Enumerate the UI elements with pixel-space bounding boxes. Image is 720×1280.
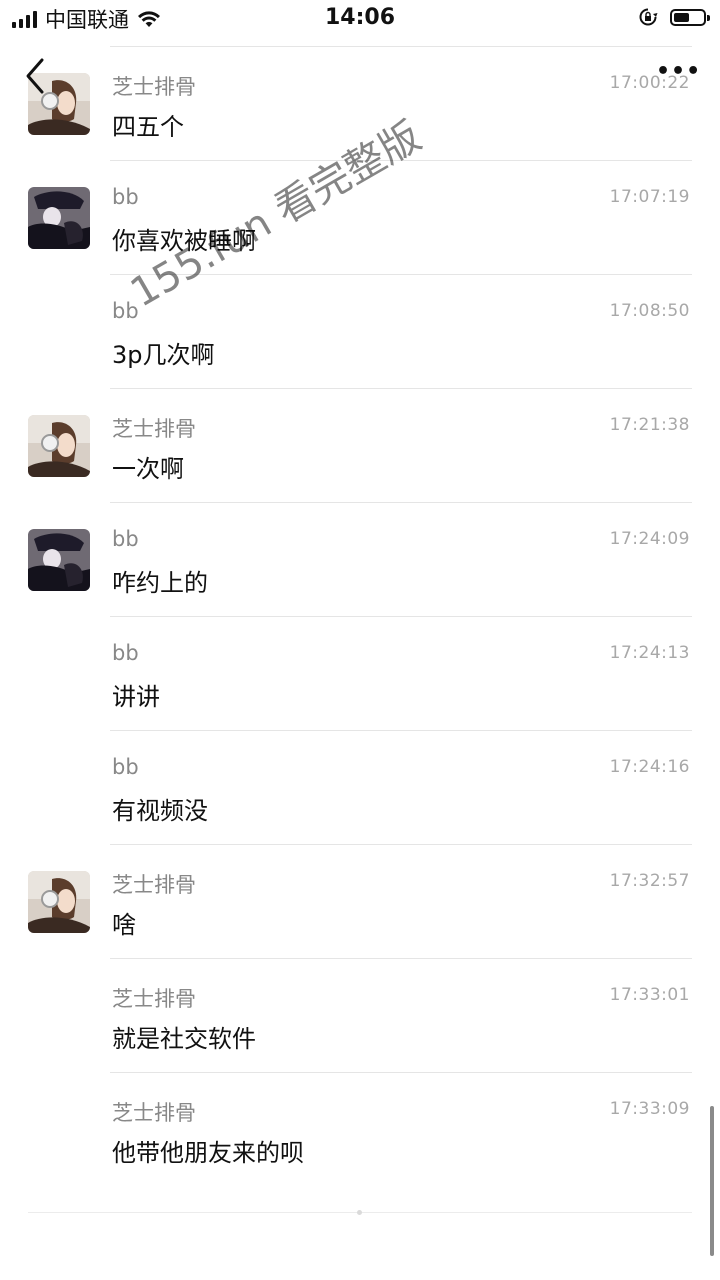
message-sender: 芝士排骨 xyxy=(112,75,196,99)
message-item[interactable]: bb 17:24:09 咋约上的 xyxy=(0,503,720,617)
message-time: 17:08:50 xyxy=(609,301,690,321)
message-text: 你喜欢被睡啊 xyxy=(112,227,256,255)
message-time: 17:24:16 xyxy=(609,757,690,777)
scrollbar[interactable] xyxy=(710,1106,714,1256)
message-item[interactable]: bb 17:24:13 讲讲 xyxy=(0,617,720,731)
message-item[interactable]: bb 17:24:16 有视频没 xyxy=(0,731,720,845)
status-bar: 中国联通 14:06 xyxy=(0,0,720,38)
message-sender: 芝士排骨 xyxy=(112,987,196,1011)
message-text: 就是社交软件 xyxy=(112,1025,256,1053)
message-item[interactable]: 芝士排骨 17:00:22 四五个 xyxy=(0,47,720,161)
message-sender: bb xyxy=(112,299,139,323)
message-time: 17:07:19 xyxy=(609,187,690,207)
message-item[interactable]: 芝士排骨 17:33:09 他带他朋友来的呗 xyxy=(0,1073,720,1187)
message-time: 17:33:01 xyxy=(609,985,690,1005)
message-text: 他带他朋友来的呗 xyxy=(112,1139,304,1167)
message-sender: 芝士排骨 xyxy=(112,873,196,897)
message-sender: bb xyxy=(112,527,139,551)
avatar-cheese[interactable] xyxy=(28,871,90,933)
message-time: 17:24:09 xyxy=(609,529,690,549)
message-text: 讲讲 xyxy=(112,683,160,711)
page-indicator-dot xyxy=(357,1210,362,1215)
message-text: 四五个 xyxy=(112,113,184,141)
rotation-lock-icon xyxy=(639,8,658,26)
battery-icon xyxy=(670,8,710,26)
message-text: 咋约上的 xyxy=(112,569,208,597)
message-text: 3p几次啊 xyxy=(112,341,215,369)
message-item[interactable]: bb 17:07:19 你喜欢被睡啊 xyxy=(0,161,720,275)
message-text: 啥 xyxy=(112,911,136,939)
message-time: 17:21:38 xyxy=(609,415,690,435)
message-time: 17:33:09 xyxy=(609,1099,690,1119)
message-sender: 芝士排骨 xyxy=(112,417,196,441)
message-text: 有视频没 xyxy=(112,797,208,825)
message-text: 一次啊 xyxy=(112,455,184,483)
message-sender: bb xyxy=(112,185,139,209)
message-item[interactable]: 芝士排骨 17:33:01 就是社交软件 xyxy=(0,959,720,1073)
message-list[interactable]: 芝士排骨 17:00:22 四五个 bb 17:07:19 你喜欢被睡啊 bb … xyxy=(0,47,720,1187)
avatar-bb[interactable] xyxy=(28,529,90,591)
more-dots-icon[interactable]: ••• xyxy=(656,61,700,83)
message-time: 17:32:57 xyxy=(609,871,690,891)
message-item[interactable]: bb 17:08:50 3p几次啊 xyxy=(0,275,720,389)
message-item[interactable]: 芝士排骨 17:21:38 一次啊 xyxy=(0,389,720,503)
chevron-left-icon[interactable] xyxy=(22,56,52,96)
status-right xyxy=(638,7,710,27)
message-sender: bb xyxy=(112,641,139,665)
avatar-bb[interactable] xyxy=(28,187,90,249)
message-sender: bb xyxy=(112,755,139,779)
status-time: 14:06 xyxy=(324,5,396,30)
avatar-cheese[interactable] xyxy=(28,415,90,477)
message-sender: 芝士排骨 xyxy=(112,1101,196,1125)
message-item[interactable]: 芝士排骨 17:32:57 啥 xyxy=(0,845,720,959)
message-time: 17:24:13 xyxy=(609,643,690,663)
